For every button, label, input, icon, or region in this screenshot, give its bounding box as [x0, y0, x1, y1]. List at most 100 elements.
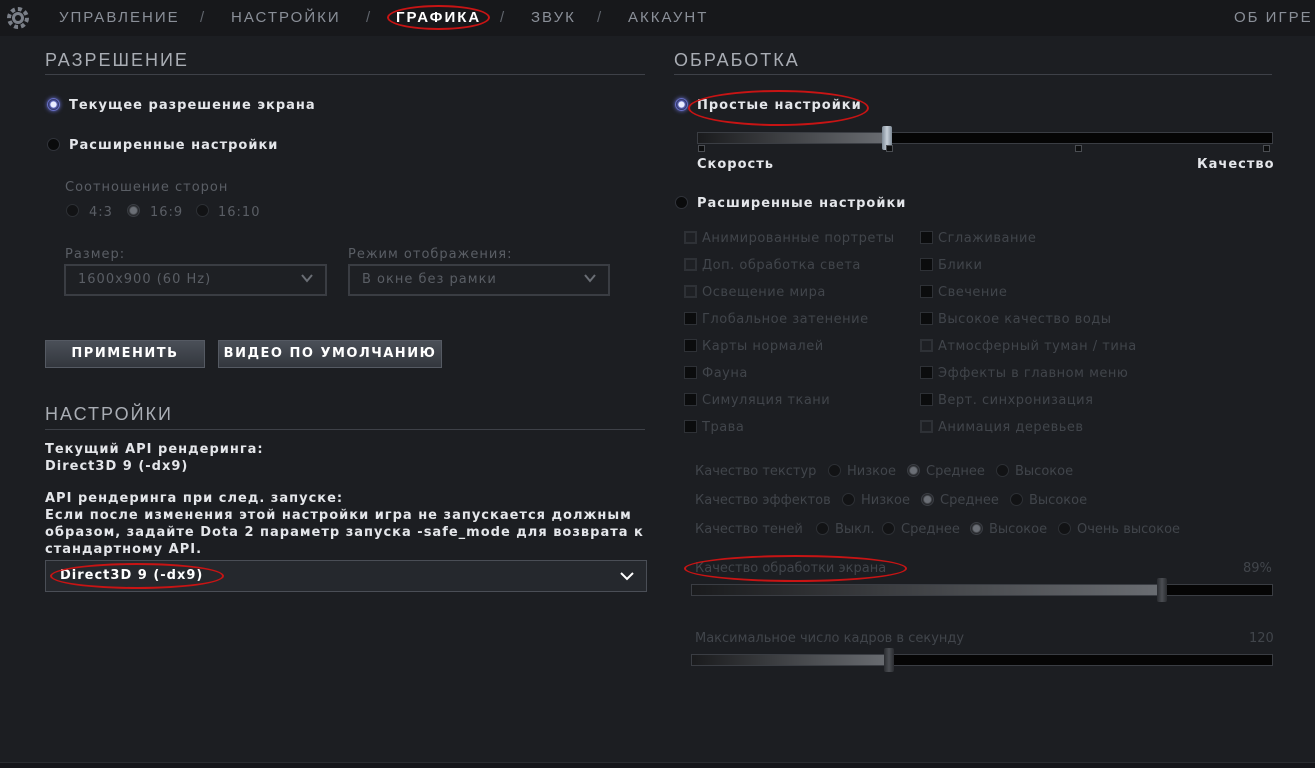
advanced-processing-radio[interactable] — [675, 196, 688, 209]
nav-separator: / — [366, 9, 371, 26]
aspect-16-9-radio[interactable] — [127, 204, 140, 217]
checkbox[interactable] — [920, 366, 933, 379]
top-navigation-bar: УПРАВЛЕНИЕ / НАСТРОЙКИ / ГРАФИКА / ЗВУК … — [0, 0, 1315, 36]
checkbox-label[interactable]: Свечение — [938, 285, 1007, 300]
checkbox[interactable] — [684, 285, 697, 298]
checkbox[interactable] — [684, 312, 697, 325]
api-note-line: образом, задайте Dota 2 параметр запуска… — [45, 525, 644, 540]
checkbox-label[interactable]: Анимированные портреты — [702, 231, 895, 246]
current-resolution-label[interactable]: Текущее разрешение экрана — [69, 98, 316, 113]
nav-separator: / — [597, 9, 602, 26]
effects-medium-radio[interactable] — [921, 493, 934, 506]
shadows-very-high-label[interactable]: Очень высокое — [1077, 522, 1180, 537]
shadows-high-radio[interactable] — [970, 522, 983, 535]
shadows-off-radio[interactable] — [816, 522, 829, 535]
nav-tab-sound[interactable]: ЗВУК — [531, 9, 576, 26]
apply-button[interactable]: ПРИМЕНИТЬ — [45, 340, 205, 368]
texture-quality-label: Качество текстур — [695, 464, 817, 479]
api-note-line: Если после изменения этой настройки игра… — [45, 508, 632, 523]
checkbox-label[interactable]: Блики — [938, 258, 982, 273]
checkbox[interactable] — [684, 393, 697, 406]
checkbox[interactable] — [684, 231, 697, 244]
texture-medium-label[interactable]: Среднее — [926, 464, 985, 479]
chevron-down-icon — [584, 274, 596, 283]
slider-handle[interactable] — [1156, 578, 1167, 602]
checkbox-label[interactable]: Сглаживание — [938, 231, 1036, 246]
checkbox-label[interactable]: Освещение мира — [702, 285, 826, 300]
chevron-down-icon — [620, 572, 634, 581]
render-api-dropdown[interactable]: Direct3D 9 (-dx9) — [45, 560, 647, 592]
display-mode-dropdown[interactable]: В окне без рамки — [348, 264, 610, 296]
checkbox[interactable] — [920, 231, 933, 244]
current-resolution-radio[interactable] — [47, 98, 60, 111]
section-divider — [45, 429, 645, 430]
texture-high-radio[interactable] — [996, 464, 1009, 477]
aspect-4-3-radio[interactable] — [66, 204, 79, 217]
checkbox[interactable] — [920, 393, 933, 406]
size-dropdown[interactable]: 1600x900 (60 Hz) — [64, 264, 327, 296]
checkbox-label[interactable]: Верт. синхронизация — [938, 393, 1093, 408]
shadows-high-label[interactable]: Высокое — [989, 522, 1047, 537]
checkbox[interactable] — [920, 339, 933, 352]
checkbox[interactable] — [684, 366, 697, 379]
checkbox-label[interactable]: Атмосферный туман / тина — [938, 339, 1137, 354]
checkbox-label[interactable]: Симуляция ткани — [702, 393, 830, 408]
texture-low-label[interactable]: Низкое — [847, 464, 896, 479]
checkbox-label[interactable]: Высокое качество воды — [938, 312, 1112, 327]
simple-settings-label[interactable]: Простые настройки — [697, 98, 862, 113]
advanced-resolution-label[interactable]: Расширенные настройки — [69, 138, 278, 153]
checkbox-label[interactable]: Доп. обработка света — [702, 258, 861, 273]
effects-high-radio[interactable] — [1010, 493, 1023, 506]
checkbox-label[interactable]: Трава — [702, 420, 744, 435]
aspect-4-3-label[interactable]: 4:3 — [89, 205, 113, 220]
nav-separator: / — [200, 9, 205, 26]
processing-section-title: ОБРАБОТКА — [674, 50, 800, 70]
checkbox[interactable] — [684, 258, 697, 271]
checkbox-label[interactable]: Фауна — [702, 366, 748, 381]
quality-label: Качество — [1197, 157, 1275, 172]
aspect-16-10-radio[interactable] — [196, 204, 209, 217]
checkbox-label[interactable]: Анимация деревьев — [938, 420, 1084, 435]
shadows-medium-radio[interactable] — [882, 522, 895, 535]
checkbox[interactable] — [684, 420, 697, 433]
screen-quality-label: Качество обработки экрана — [695, 561, 887, 576]
size-value: 1600x900 (60 Hz) — [78, 272, 212, 287]
checkbox-label[interactable]: Глобальное затенение — [702, 312, 869, 327]
texture-high-label[interactable]: Высокое — [1015, 464, 1073, 479]
texture-low-radio[interactable] — [828, 464, 841, 477]
simple-settings-radio[interactable] — [675, 98, 688, 111]
effects-low-radio[interactable] — [842, 493, 855, 506]
aspect-16-10-label[interactable]: 16:10 — [218, 205, 260, 220]
checkbox-label[interactable]: Эффекты в главном меню — [938, 366, 1128, 381]
effects-high-label[interactable]: Высокое — [1029, 493, 1087, 508]
settings-gear-icon[interactable] — [4, 4, 32, 32]
shadows-off-label[interactable]: Выкл. — [835, 522, 874, 537]
nav-tab-graphics[interactable]: ГРАФИКА — [396, 9, 481, 26]
nav-tab-options[interactable]: НАСТРОЙКИ — [231, 9, 341, 26]
current-api-value: Direct3D 9 (-dx9) — [45, 459, 189, 474]
quality-preset-slider[interactable] — [697, 126, 1273, 150]
settings-section-title: НАСТРОЙКИ — [45, 404, 173, 424]
shadows-very-high-radio[interactable] — [1058, 522, 1071, 535]
effects-low-label[interactable]: Низкое — [861, 493, 910, 508]
shadows-medium-label[interactable]: Среднее — [901, 522, 960, 537]
max-fps-slider[interactable] — [691, 648, 1273, 672]
advanced-resolution-radio[interactable] — [47, 138, 60, 151]
checkbox[interactable] — [920, 312, 933, 325]
video-defaults-button[interactable]: ВИДЕО ПО УМОЛЧАНИЮ — [218, 340, 442, 368]
nav-about-game[interactable]: ОБ ИГРЕ — [1234, 9, 1313, 26]
nav-tab-account[interactable]: АККАУНТ — [628, 9, 708, 26]
checkbox[interactable] — [920, 285, 933, 298]
nav-tab-controls[interactable]: УПРАВЛЕНИЕ — [59, 9, 180, 26]
texture-medium-radio[interactable] — [907, 464, 920, 477]
slider-handle[interactable] — [884, 648, 895, 672]
aspect-16-9-label[interactable]: 16:9 — [150, 205, 183, 220]
screen-quality-slider[interactable] — [691, 578, 1273, 602]
checkbox-label[interactable]: Карты нормалей — [702, 339, 824, 354]
checkbox[interactable] — [684, 339, 697, 352]
bottom-border — [0, 762, 1315, 768]
checkbox[interactable] — [920, 258, 933, 271]
effects-medium-label[interactable]: Среднее — [940, 493, 999, 508]
advanced-processing-label[interactable]: Расширенные настройки — [697, 196, 906, 211]
checkbox[interactable] — [920, 420, 933, 433]
